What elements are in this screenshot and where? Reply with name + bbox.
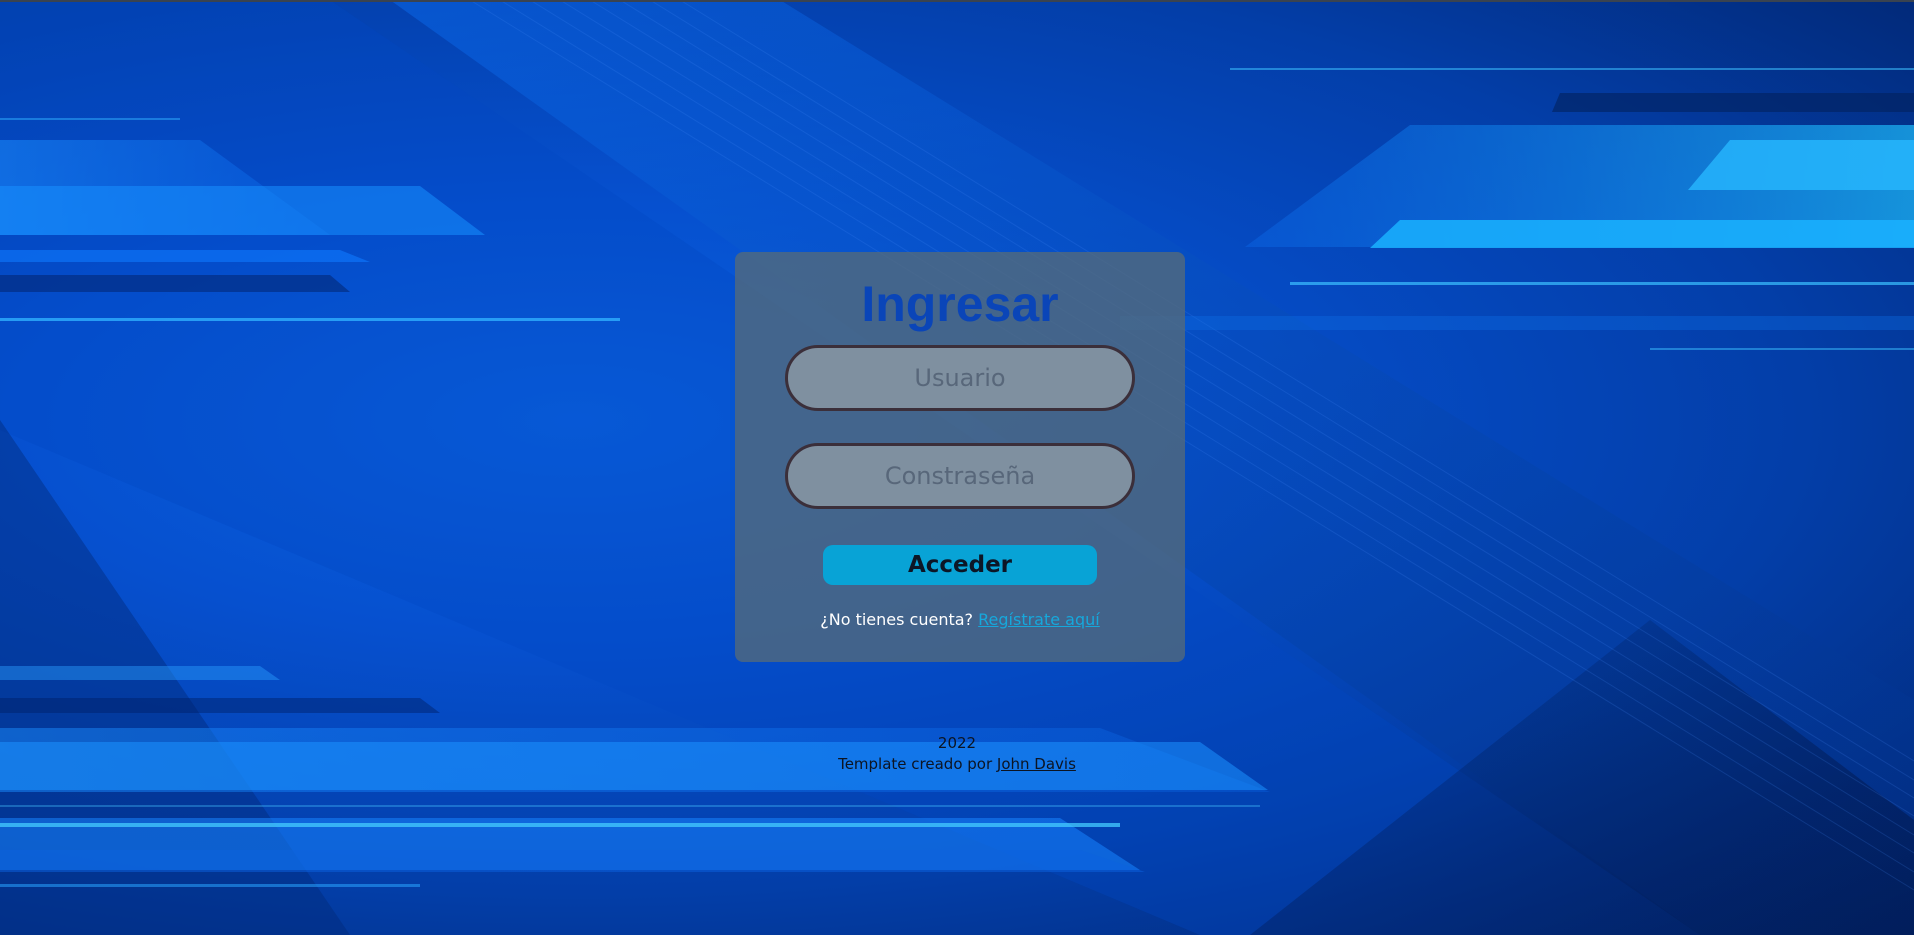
password-field[interactable] — [785, 443, 1135, 509]
username-input[interactable] — [788, 348, 1132, 408]
footer-year: 2022 — [937, 734, 977, 752]
login-title: Ingresar — [861, 276, 1059, 332]
author-link[interactable]: John Davis — [997, 755, 1076, 773]
password-input[interactable] — [788, 446, 1132, 506]
login-page: Ingresar Acceder ¿No tienes cuenta? Regí… — [0, 0, 1914, 935]
footer-credit-text: Template creado por — [838, 755, 993, 773]
username-field[interactable] — [785, 345, 1135, 411]
register-link[interactable]: Regístrate aquí — [978, 610, 1100, 629]
register-line: ¿No tienes cuenta? Regístrate aquí — [735, 610, 1185, 629]
login-card: Ingresar Acceder ¿No tienes cuenta? Regí… — [735, 252, 1185, 662]
submit-button[interactable]: Acceder — [823, 545, 1097, 585]
footer-credit: Template creado por John Davis — [0, 754, 1914, 775]
top-border — [0, 0, 1914, 2]
footer: 2022 Template creado por John Davis — [0, 733, 1914, 775]
register-prompt: ¿No tienes cuenta? — [820, 610, 974, 629]
